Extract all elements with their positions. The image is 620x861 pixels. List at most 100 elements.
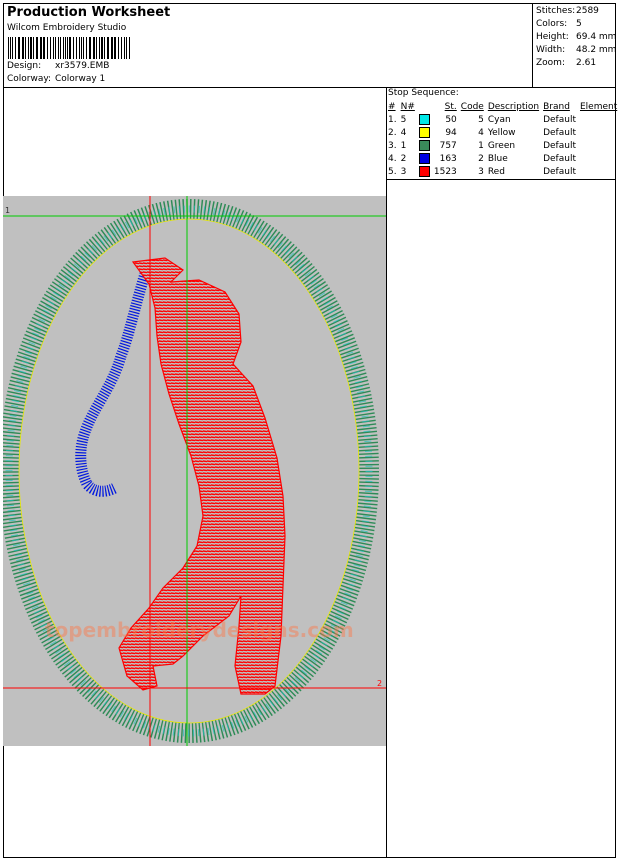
stop-brand: Default	[543, 114, 576, 125]
page-title: Production Worksheet	[7, 5, 171, 20]
stop-index: 2.	[388, 127, 397, 138]
color-swatch	[418, 114, 430, 125]
color-swatch	[418, 166, 430, 177]
stat-height-label: Height:	[536, 32, 569, 42]
stop-index: 3.	[388, 140, 397, 151]
stop-header-row: # N# St. Code Description Brand Element	[386, 100, 619, 113]
stat-width-label: Width:	[536, 45, 566, 55]
barcode-bar	[129, 37, 130, 59]
watermark: topembroiderydesigns.com	[45, 618, 354, 642]
col-brand: Brand	[543, 101, 570, 112]
stop-description: Yellow	[487, 127, 516, 138]
design-label: Design:	[7, 61, 42, 71]
stop-code: 4	[478, 127, 484, 138]
stop-brand: Default	[543, 166, 576, 177]
stop-element	[578, 113, 619, 126]
col-element: Element	[579, 101, 618, 112]
stop-needle: 3	[400, 166, 407, 177]
barcode-bar	[43, 37, 45, 59]
stop-brand: Default	[543, 153, 576, 164]
barcode-bar	[60, 37, 61, 59]
barcode-bar	[36, 37, 38, 59]
col-description: Description	[487, 101, 540, 112]
stop-code: 5	[478, 114, 484, 125]
stop-element	[578, 165, 619, 178]
stop-stitches: 50	[445, 114, 457, 125]
barcode-bar	[86, 37, 87, 59]
stop-stitches: 94	[445, 127, 457, 138]
barcode-bar	[22, 37, 24, 59]
marker-2: 2	[377, 679, 382, 688]
color-swatch	[418, 127, 430, 138]
barcode-bar	[65, 37, 66, 59]
barcode-bar	[67, 37, 68, 59]
barcode-bar	[93, 37, 95, 59]
stop-needle: 2	[400, 153, 407, 164]
barcode-bar	[121, 37, 122, 59]
stat-height-value: 69.4 mm	[576, 32, 617, 42]
stop-swatch	[417, 126, 432, 139]
color-swatch	[418, 153, 430, 164]
stop-row: 5. 3 1523 3 Red Default	[386, 165, 619, 178]
stats-divider	[532, 3, 533, 87]
marker-1: 1	[5, 206, 10, 215]
stop-element	[578, 152, 619, 165]
barcode-bar	[73, 37, 74, 59]
barcode-bar	[10, 37, 11, 59]
stop-code: 2	[478, 153, 484, 164]
stop-needle: 4	[400, 127, 407, 138]
barcode-bar	[79, 37, 80, 59]
stop-code: 1	[478, 140, 484, 151]
stop-row: 2. 4 94 4 Yellow Default	[386, 126, 619, 139]
barcode-bar	[124, 37, 125, 59]
barcode-bar	[28, 37, 29, 59]
stop-sequence-title: Stop Sequence:	[388, 88, 459, 98]
stop-element	[578, 126, 619, 139]
stop-description: Blue	[487, 153, 508, 164]
stat-zoom-label: Zoom:	[536, 58, 565, 68]
stop-swatch	[417, 152, 432, 165]
stop-description: Red	[487, 166, 505, 177]
barcode-bar	[99, 37, 100, 59]
stop-row: 4. 2 163 2 Blue Default	[386, 152, 619, 165]
stop-brand: Default	[543, 127, 576, 138]
barcode-bar	[33, 37, 34, 59]
colorway-value: Colorway 1	[55, 74, 106, 84]
stop-description: Cyan	[487, 114, 511, 125]
stop-stitches: 1523	[433, 166, 457, 177]
stat-width-value: 48.2 mm	[576, 45, 617, 55]
barcode-bar	[50, 37, 51, 59]
stop-swatch	[417, 165, 432, 178]
barcode	[8, 37, 130, 59]
stop-index: 4.	[388, 153, 397, 164]
stat-stitches-label: Stitches:	[536, 6, 576, 16]
barcode-bar	[118, 37, 119, 59]
barcode-bar	[126, 37, 127, 59]
header-divider	[3, 87, 616, 88]
software-name: Wilcom Embroidery Studio	[7, 23, 127, 33]
stop-description: Green	[487, 140, 516, 151]
barcode-bar	[53, 37, 54, 59]
main-divider	[386, 87, 387, 858]
barcode-bar	[96, 37, 97, 59]
col-swatch	[417, 100, 432, 113]
stop-brand: Default	[543, 140, 576, 151]
stop-swatch	[417, 113, 432, 126]
stop-index: 1.	[388, 114, 397, 125]
barcode-bar	[8, 37, 9, 59]
barcode-bar	[76, 37, 77, 59]
barcode-bar	[18, 37, 20, 59]
barcode-bar	[81, 37, 82, 59]
barcode-bar	[47, 37, 48, 59]
stop-row: 3. 1 757 1 Green Default	[386, 139, 619, 152]
barcode-bar	[12, 37, 13, 59]
embroidery-design: 1 2	[0, 196, 386, 746]
stat-colors-value: 5	[576, 19, 582, 29]
stop-sequence-table: # N# St. Code Description Brand Element …	[386, 100, 619, 178]
stop-needle: 5	[400, 114, 407, 125]
col-code: Code	[460, 101, 484, 112]
stat-stitches-value: 2589	[576, 6, 599, 16]
col-needle: N#	[400, 101, 415, 112]
stop-element	[578, 139, 619, 152]
design-preview: 1 2 topembroiderydesigns.com	[0, 196, 386, 746]
